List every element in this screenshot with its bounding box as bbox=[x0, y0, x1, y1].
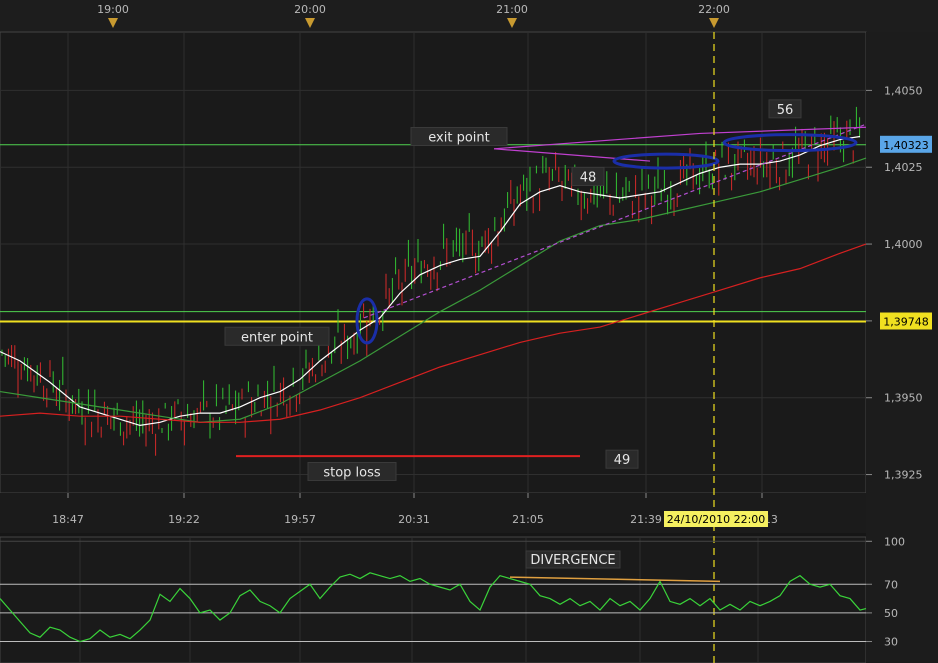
oscillator-plot-area bbox=[0, 536, 867, 663]
annotation-text: enter point bbox=[241, 330, 313, 345]
top-time-strip bbox=[0, 0, 938, 32]
chart-stage: 19:00 20:00 21:00 22:00 exit point enter poi… bbox=[0, 0, 938, 663]
osc-y-tick-label: 100 bbox=[884, 535, 905, 548]
x-tick-label: 21:05 bbox=[512, 513, 544, 526]
price-tag-label: 1,39748 bbox=[883, 316, 929, 329]
x-axis-strip bbox=[0, 493, 938, 533]
x-tick-label: 19:22 bbox=[168, 513, 200, 526]
price-tag-label: 1,40323 bbox=[883, 139, 929, 152]
y-tick-label: 1,4050 bbox=[884, 84, 923, 97]
crosshair-time-label: 24/10/2010 22:00 bbox=[667, 513, 766, 526]
osc-y-tick-label: 70 bbox=[884, 578, 898, 591]
x-tick-label: 19:57 bbox=[284, 513, 316, 526]
x-tick-label: 21:39 bbox=[630, 513, 662, 526]
annotation-text: exit point bbox=[428, 130, 489, 145]
y-tick-label: 1,4000 bbox=[884, 238, 923, 251]
osc-y-tick-label: 50 bbox=[884, 607, 898, 620]
annotation-text: stop loss bbox=[323, 465, 381, 480]
top-time-label: 21:00 bbox=[496, 3, 528, 16]
y-tick-label: 1,4025 bbox=[884, 161, 923, 174]
y-tick-label: 1,3925 bbox=[884, 469, 923, 482]
top-time-label: 19:00 bbox=[97, 3, 129, 16]
top-time-label: 22:00 bbox=[698, 3, 730, 16]
y-tick-label: 1,3950 bbox=[884, 392, 923, 405]
annotation-text: 56 bbox=[777, 103, 794, 118]
x-tick-label: 18:47 bbox=[52, 513, 84, 526]
annotation-text: 49 bbox=[614, 453, 631, 468]
top-time-label: 20:00 bbox=[294, 3, 326, 16]
osc-y-tick-label: 30 bbox=[884, 636, 898, 649]
right-price-axis bbox=[866, 32, 938, 663]
x-tick-label: 20:31 bbox=[398, 513, 430, 526]
annotation-text: 48 bbox=[580, 170, 597, 185]
divergence-label: DIVERGENCE bbox=[530, 553, 615, 568]
